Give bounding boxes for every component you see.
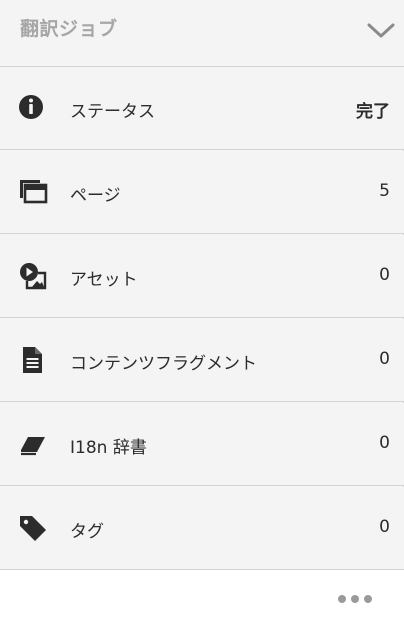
panel-header: 翻訳ジョブ bbox=[0, 0, 404, 67]
pages-value: 5 bbox=[379, 181, 390, 201]
assets-label: アセット bbox=[70, 270, 138, 290]
assets-row[interactable]: アセット 0 bbox=[0, 235, 404, 318]
i18n-dictionary-label: I18n 辞書 bbox=[70, 438, 147, 458]
panel-footer bbox=[0, 570, 404, 627]
translation-job-panel: 翻訳ジョブ ステータス 完了 ページ 5 アセット 0 コンテンツフラグメント … bbox=[0, 0, 404, 627]
info-icon bbox=[18, 93, 48, 123]
eraser-icon bbox=[18, 429, 48, 459]
pages-row[interactable]: ページ 5 bbox=[0, 151, 404, 234]
tags-row[interactable]: タグ 0 bbox=[0, 487, 404, 570]
tags-value: 0 bbox=[379, 517, 390, 537]
status-value: 完了 bbox=[356, 102, 390, 122]
tags-label: タグ bbox=[70, 522, 104, 542]
asset-icon bbox=[18, 261, 48, 291]
pages-label: ページ bbox=[70, 186, 121, 206]
i18n-dictionary-value: 0 bbox=[379, 433, 390, 453]
chevron-down-icon[interactable] bbox=[366, 21, 396, 41]
panel-title: 翻訳ジョブ bbox=[20, 18, 118, 40]
content-fragments-row[interactable]: コンテンツフラグメント 0 bbox=[0, 319, 404, 402]
status-row[interactable]: ステータス 完了 bbox=[0, 67, 404, 150]
tag-icon bbox=[18, 513, 48, 543]
content-fragments-label: コンテンツフラグメント bbox=[70, 354, 257, 374]
document-icon bbox=[18, 345, 48, 375]
pages-icon bbox=[18, 177, 48, 207]
status-label: ステータス bbox=[70, 102, 155, 122]
content-fragments-value: 0 bbox=[379, 349, 390, 369]
more-icon[interactable] bbox=[334, 589, 378, 609]
assets-value: 0 bbox=[379, 265, 390, 285]
i18n-dictionary-row[interactable]: I18n 辞書 0 bbox=[0, 403, 404, 486]
